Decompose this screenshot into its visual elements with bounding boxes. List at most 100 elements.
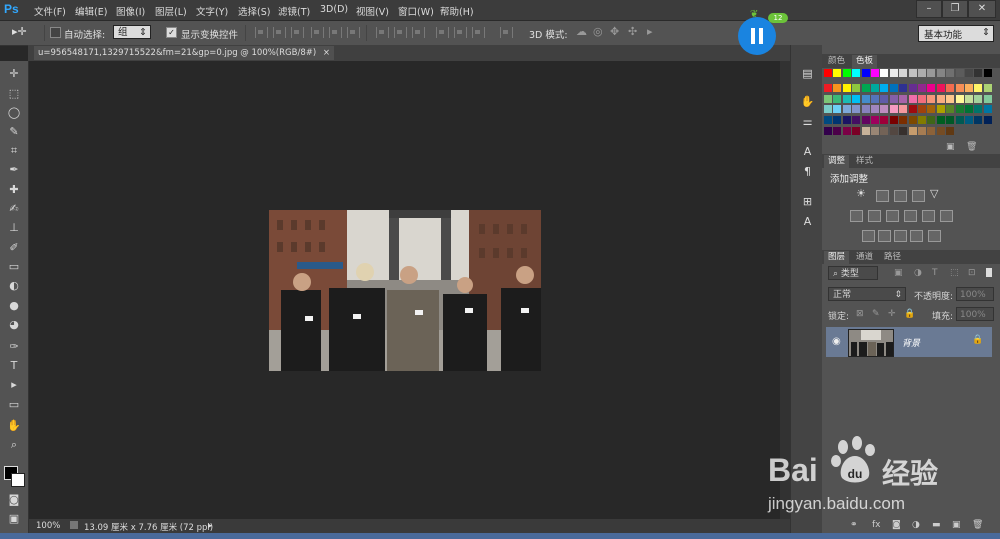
color-swatch[interactable]	[842, 69, 851, 77]
paragraph-panel-icon[interactable]: ¶	[800, 165, 815, 179]
trash-icon[interactable]: 🗑	[966, 142, 977, 152]
color-swatch[interactable]	[927, 83, 936, 92]
color-swatch[interactable]	[842, 94, 851, 103]
roll-3d-icon[interactable]: ◎	[593, 25, 603, 38]
color-swatch[interactable]	[842, 105, 851, 114]
layer-filter-dropdown[interactable]: ⌕ 类型	[828, 266, 878, 280]
color-swatch[interactable]	[955, 69, 964, 77]
color-swatch[interactable]	[965, 116, 973, 125]
brush-tool-icon[interactable]: ✍	[6, 202, 22, 216]
color-swatch[interactable]	[899, 105, 908, 114]
color-swatch[interactable]	[946, 69, 955, 77]
color-swatch[interactable]	[833, 83, 842, 92]
color-swatch[interactable]	[861, 83, 870, 92]
color-swatch[interactable]	[955, 105, 964, 114]
color-swatch[interactable]	[955, 94, 964, 103]
glyph-panel-icon[interactable]: A	[800, 215, 815, 229]
color-swatch[interactable]	[974, 116, 983, 125]
color-swatch[interactable]	[889, 83, 898, 92]
color-swatch[interactable]	[880, 127, 889, 135]
filter-shape-icon[interactable]: ⬚	[950, 268, 959, 278]
color-swatch[interactable]	[908, 105, 917, 114]
menu-select[interactable]: 选择(S)	[238, 4, 270, 18]
color-swatch[interactable]	[899, 116, 908, 125]
color-swatch[interactable]	[946, 116, 955, 125]
color-swatch[interactable]	[880, 94, 889, 103]
distribute-bottom-icon[interactable]	[412, 27, 425, 38]
opacity-input[interactable]: 100%	[956, 287, 994, 301]
color-swatch[interactable]	[965, 105, 973, 114]
auto-align-icon[interactable]	[500, 27, 513, 38]
color-swatch[interactable]	[946, 94, 955, 103]
gradient-map-icon[interactable]	[910, 230, 923, 242]
color-swatch[interactable]	[889, 94, 898, 103]
color-swatch[interactable]	[899, 83, 908, 92]
layer-row[interactable]: ◉ 背景 🔒	[826, 327, 992, 357]
color-swatch[interactable]	[852, 94, 861, 103]
filter-smart-icon[interactable]: ⊡	[968, 268, 976, 278]
invert-icon[interactable]	[862, 230, 875, 242]
color-swatch[interactable]	[927, 116, 936, 125]
color-swatch[interactable]	[918, 69, 926, 77]
tab-swatches[interactable]: 色板	[852, 55, 878, 68]
new-swatch-icon[interactable]: ▣	[946, 142, 955, 152]
color-swatch[interactable]	[946, 83, 955, 92]
align-bottom-icon[interactable]	[291, 27, 304, 38]
lock-transparent-icon[interactable]: ⊠	[856, 309, 864, 319]
color-swatch[interactable]	[833, 105, 842, 114]
menu-image[interactable]: 图像(I)	[116, 4, 145, 18]
clone-source-icon[interactable]: ⊞	[800, 195, 815, 209]
tab-color[interactable]: 颜色	[824, 55, 849, 68]
color-swatch[interactable]	[965, 94, 973, 103]
levels-icon[interactable]	[876, 190, 889, 202]
lock-position-icon[interactable]: ✛	[888, 309, 896, 319]
path-select-tool-icon[interactable]: ▸	[6, 378, 22, 392]
marquee-tool-icon[interactable]: ⬚	[6, 87, 22, 101]
color-swatch[interactable]	[936, 83, 945, 92]
menu-window[interactable]: 窗口(W)	[398, 4, 434, 18]
minimize-button[interactable]: –	[916, 0, 942, 18]
filter-toggle[interactable]	[986, 268, 992, 277]
document-image[interactable]	[269, 210, 541, 371]
blur-tool-icon[interactable]: ●	[6, 299, 22, 313]
tab-channels[interactable]: 通道	[852, 251, 877, 264]
tab-layers[interactable]: 图层	[824, 251, 850, 264]
posterize-icon[interactable]	[878, 230, 891, 242]
color-swatch[interactable]	[880, 116, 889, 125]
color-swatch[interactable]	[824, 127, 832, 135]
color-swatch[interactable]	[946, 127, 955, 135]
color-swatch[interactable]	[918, 105, 926, 114]
color-swatch[interactable]	[861, 127, 870, 135]
color-swatch[interactable]	[852, 127, 861, 135]
background-color-swatch[interactable]	[11, 473, 25, 487]
workspace-dropdown[interactable]: 基本功能 ⇕	[918, 25, 994, 42]
status-arrow-icon[interactable]: ▸	[208, 521, 212, 531]
color-swatch[interactable]	[983, 116, 992, 125]
color-swatch[interactable]	[880, 69, 889, 77]
character-panel-icon[interactable]: A	[800, 145, 815, 159]
color-swatch[interactable]	[946, 105, 955, 114]
color-swatch[interactable]	[833, 94, 842, 103]
color-swatch[interactable]	[918, 127, 926, 135]
color-swatch[interactable]	[908, 116, 917, 125]
color-swatch[interactable]	[974, 69, 983, 77]
rotate-3d-icon[interactable]: ☁	[576, 25, 587, 38]
color-swatch[interactable]	[899, 94, 908, 103]
threshold-icon[interactable]	[894, 230, 907, 242]
filter-adjust-icon[interactable]: ◑	[914, 268, 922, 278]
filter-type-icon[interactable]: T	[932, 268, 938, 278]
show-transform-checkbox[interactable]: ✓	[166, 27, 177, 38]
color-swatch[interactable]	[927, 69, 936, 77]
exposure-icon[interactable]	[912, 190, 925, 202]
auto-select-dropdown[interactable]: 组 ⇕	[113, 25, 151, 39]
color-swatch[interactable]	[852, 105, 861, 114]
color-swatch[interactable]	[871, 94, 879, 103]
filter-pixel-icon[interactable]: ▣	[894, 268, 903, 278]
menu-edit[interactable]: 编辑(E)	[75, 4, 107, 18]
color-swatch[interactable]	[833, 127, 842, 135]
zoom-tool-icon[interactable]: ⌕	[6, 438, 22, 452]
shape-tool-icon[interactable]: ▭	[6, 398, 22, 412]
color-swatch[interactable]	[861, 116, 870, 125]
distribute-left-icon[interactable]	[436, 27, 449, 38]
color-swatch[interactable]	[880, 83, 889, 92]
